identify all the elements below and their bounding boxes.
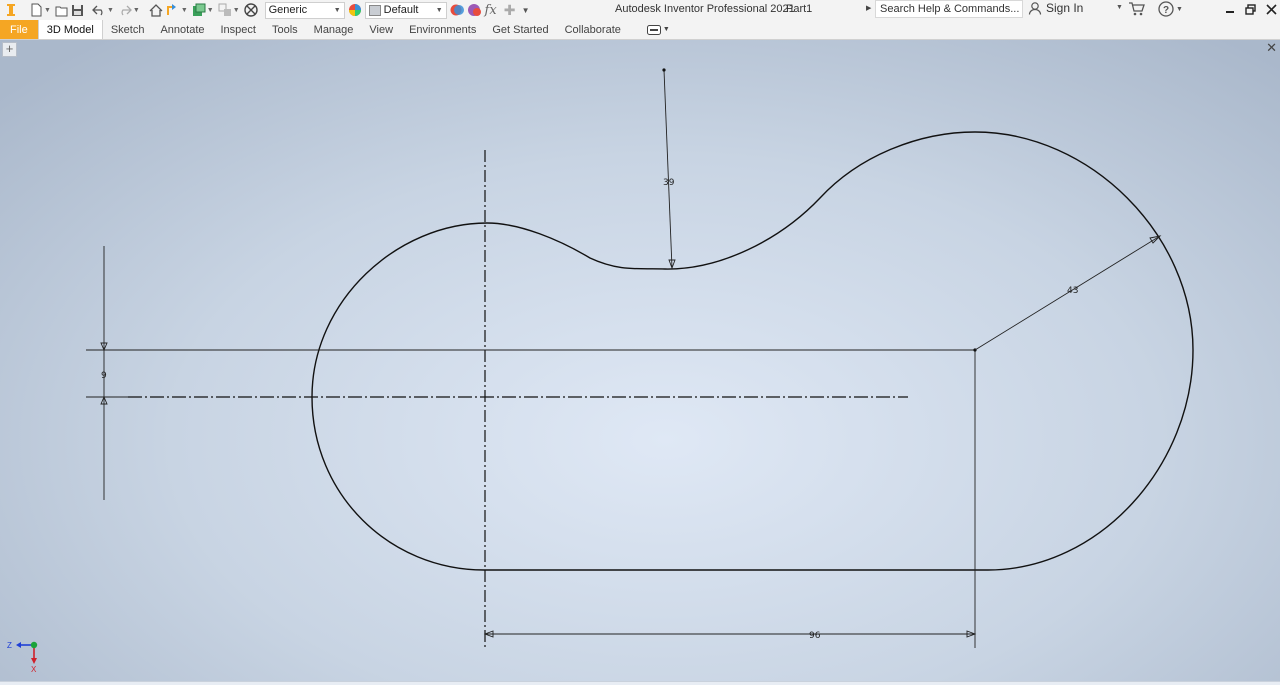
open-icon[interactable] xyxy=(55,1,69,19)
minimize-icon[interactable] xyxy=(1222,1,1238,17)
appearance-swatch-icon xyxy=(368,4,381,16)
user-icon xyxy=(1028,2,1042,15)
sign-in-button[interactable]: Sign In xyxy=(1028,1,1083,15)
measure-icon[interactable] xyxy=(243,1,258,19)
new-icon[interactable] xyxy=(29,1,43,19)
appearance-combo-value: Default xyxy=(383,4,419,16)
axis-triad: Z X xyxy=(7,641,38,674)
close-window-icon[interactable] xyxy=(1263,1,1279,17)
tab-inspect[interactable]: Inspect xyxy=(213,20,264,39)
update-icon[interactable] xyxy=(192,1,206,19)
select-icon[interactable] xyxy=(218,1,232,19)
return-dropdown-icon[interactable]: ▼ xyxy=(181,7,188,14)
save-icon[interactable] xyxy=(71,1,85,19)
customize-icon[interactable]: ▼ xyxy=(519,1,533,19)
offset-dimension-value: 9 xyxy=(101,371,107,381)
tab-file[interactable]: File xyxy=(0,20,38,39)
ribbon-toggle-icon xyxy=(646,24,661,35)
tab-sketch[interactable]: Sketch xyxy=(103,20,153,39)
quick-access-toolbar: ▼ ▼ ▼ ▼ ▼ ▼ Generic ▼ Default ▼ fx ✚ ▼ A… xyxy=(0,0,1280,20)
cart-icon[interactable] xyxy=(1128,1,1145,19)
account-dropdown-icon[interactable]: ▼ xyxy=(1116,4,1123,11)
axis-z-label: Z xyxy=(7,641,12,650)
document-tab-strip xyxy=(0,681,1280,685)
app-title: Autodesk Inventor Professional 2021 xyxy=(615,3,795,15)
right-radius-value: 43 xyxy=(1067,286,1078,296)
tab-tools[interactable]: Tools xyxy=(264,20,306,39)
inventor-logo-icon[interactable] xyxy=(4,1,18,19)
material-combo[interactable]: Generic ▼ xyxy=(264,1,345,19)
tab-get-started[interactable]: Get Started xyxy=(484,20,556,39)
top-radius-center-point xyxy=(662,68,666,72)
tab-3d-model[interactable]: 3D Model xyxy=(37,20,103,39)
tab-environments[interactable]: Environments xyxy=(401,20,484,39)
redo-dropdown-icon[interactable]: ▼ xyxy=(133,7,140,14)
top-radius-value: 39 xyxy=(663,178,675,188)
length-dimension-value: 96 xyxy=(809,631,821,641)
new-dropdown-icon[interactable]: ▼ xyxy=(44,7,51,14)
material-combo-value: Generic xyxy=(268,4,308,16)
sketch-profile xyxy=(311,131,1194,571)
help-dropdown-icon: ▼ xyxy=(1176,5,1183,13)
chevron-down-icon: ▼ xyxy=(662,26,670,33)
clear-icon[interactable] xyxy=(467,1,482,19)
chevron-down-icon: ▼ xyxy=(435,6,443,14)
chevron-down-icon: ▼ xyxy=(333,6,341,14)
add-icon[interactable]: ✚ xyxy=(503,1,517,19)
svg-text:?: ? xyxy=(1163,5,1169,16)
sign-in-label: Sign In xyxy=(1046,1,1084,15)
undo-icon[interactable] xyxy=(92,1,106,19)
sketch-canvas: 9 39 43 96 Z X xyxy=(7,68,1194,674)
graphics-window[interactable]: + ✕ 9 39 43 96 Z X xyxy=(0,40,1280,685)
search-expand-icon[interactable]: ▶ xyxy=(866,4,871,12)
undo-dropdown-icon[interactable]: ▼ xyxy=(107,7,114,14)
help-button[interactable]: ? ▼ xyxy=(1158,1,1183,17)
tab-view[interactable]: View xyxy=(361,20,401,39)
restore-icon[interactable] xyxy=(1242,1,1258,17)
inventor-window: ▼ ▼ ▼ ▼ ▼ ▼ Generic ▼ Default ▼ fx ✚ ▼ A… xyxy=(0,0,1280,685)
return-icon[interactable] xyxy=(165,1,180,19)
tab-manage[interactable]: Manage xyxy=(306,20,362,39)
search-input[interactable]: Search Help & Commands... xyxy=(875,0,1023,18)
help-icon: ? xyxy=(1158,1,1174,17)
tab-collaborate[interactable]: Collaborate xyxy=(557,20,629,39)
ribbon-display-options[interactable]: ▼ xyxy=(646,20,670,39)
adjust-icon[interactable] xyxy=(450,1,465,19)
document-title: Part1 xyxy=(786,3,813,15)
home-icon[interactable] xyxy=(149,1,163,19)
tab-annotate[interactable]: Annotate xyxy=(152,20,212,39)
top-radius-dimension-line xyxy=(663,69,673,269)
axis-x-label: X xyxy=(31,665,37,674)
ribbon-tab-bar: File 3D Model Sketch Annotate Inspect To… xyxy=(0,20,1280,40)
appearance-combo[interactable]: Default ▼ xyxy=(364,1,447,19)
select-dropdown-icon[interactable]: ▼ xyxy=(233,7,240,14)
parameters-icon[interactable]: fx xyxy=(484,1,498,19)
appearance-icon[interactable] xyxy=(348,1,362,19)
update-dropdown-icon[interactable]: ▼ xyxy=(207,7,214,14)
redo-icon[interactable] xyxy=(118,1,132,19)
